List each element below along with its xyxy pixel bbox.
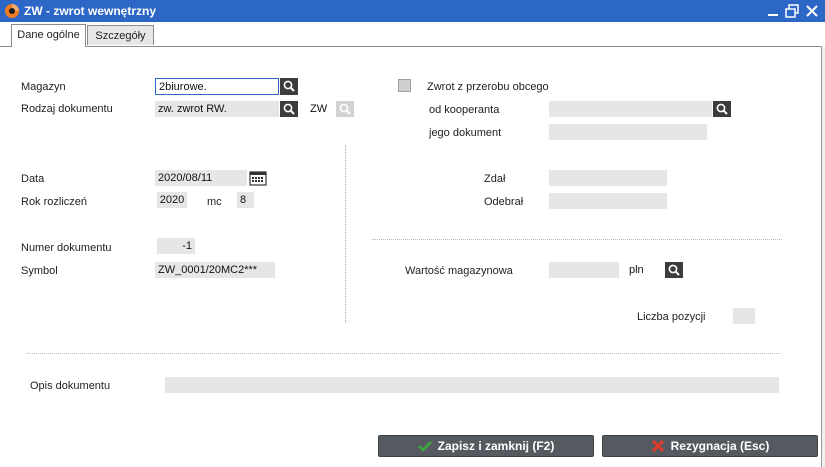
- magazyn-search-button[interactable]: [280, 78, 298, 95]
- rodzaj-input[interactable]: zw. zwrot RW.: [155, 101, 279, 117]
- odebral-input[interactable]: [549, 193, 667, 209]
- search-icon: [339, 103, 351, 115]
- currency-search-button[interactable]: [665, 262, 683, 278]
- numer-input[interactable]: -1: [157, 238, 195, 254]
- rodzaj-code-field: ZW: [307, 101, 335, 117]
- search-icon: [283, 103, 295, 115]
- kooperant-search-button[interactable]: [713, 101, 731, 117]
- rok-label: Rok rozliczeń: [21, 196, 88, 208]
- maximize-icon[interactable]: [784, 3, 800, 19]
- save-button[interactable]: Zapisz i zamknij (F2): [378, 435, 594, 457]
- active-tab-gap: [12, 46, 85, 47]
- symbol-label: Symbol: [21, 265, 58, 277]
- wartosc-label: Wartość magazynowa: [405, 265, 513, 277]
- minimize-icon[interactable]: [765, 3, 781, 19]
- search-icon: [283, 80, 295, 92]
- title-bar: ZW - zwrot wewnętrzny: [0, 0, 825, 22]
- odebral-label: Odebrał: [484, 196, 524, 208]
- data-label: Data: [21, 173, 45, 185]
- calendar-icon[interactable]: [249, 170, 267, 186]
- liczba-pozycji-field: [733, 308, 755, 324]
- tab-szczegoly[interactable]: Szczegóły: [87, 25, 154, 45]
- zdal-label: Zdał: [484, 173, 506, 185]
- magazyn-label: Magazyn: [21, 81, 66, 93]
- window-title: ZW - zwrot wewnętrzny: [24, 4, 156, 18]
- currency-field: pln: [626, 262, 664, 278]
- tab-label: Dane ogólne: [17, 29, 80, 41]
- close-icon[interactable]: [804, 3, 820, 19]
- cancel-button-label: Rezygnacja (Esc): [670, 439, 770, 453]
- rodzaj-label: Rodzaj dokumentu: [21, 103, 113, 115]
- jego-dokument-input[interactable]: [549, 124, 707, 140]
- zwrot-checkbox[interactable]: [398, 79, 411, 92]
- rodzaj-code-search-button[interactable]: [336, 101, 354, 117]
- numer-label: Numer dokumentu: [21, 242, 112, 254]
- mc-input[interactable]: 8: [237, 192, 254, 208]
- opis-label: Opis dokumentu: [30, 380, 111, 392]
- liczba-pozycji-label: Liczba pozycji: [637, 311, 706, 323]
- bottom-separator: [27, 353, 781, 354]
- vertical-separator: [345, 145, 346, 323]
- x-icon: [651, 439, 664, 453]
- opis-input[interactable]: [165, 377, 779, 393]
- kooperant-label: od kooperanta: [429, 104, 500, 116]
- zwrot-label: Zwrot z przerobu obcego: [427, 81, 549, 93]
- zdal-input[interactable]: [549, 170, 667, 186]
- mc-label: mc: [207, 196, 222, 208]
- date-input[interactable]: 2020/08/11: [155, 170, 247, 186]
- right-horizontal-separator: [372, 239, 782, 240]
- save-button-label: Zapisz i zamknij (F2): [437, 439, 555, 453]
- search-icon: [668, 264, 680, 276]
- rok-input[interactable]: 2020: [157, 192, 187, 208]
- search-icon: [716, 103, 728, 115]
- symbol-input[interactable]: ZW_0001/20MC2***: [155, 262, 275, 278]
- cancel-button[interactable]: Rezygnacja (Esc): [602, 435, 818, 457]
- wartosc-input: [549, 262, 619, 278]
- checkmark-icon: [417, 441, 432, 452]
- rodzaj-search-button[interactable]: [280, 101, 298, 117]
- app-icon: [5, 4, 19, 18]
- tab-dane-ogolne[interactable]: Dane ogólne: [11, 24, 86, 46]
- kooperant-input[interactable]: [549, 101, 712, 117]
- tab-underline: [0, 46, 825, 47]
- tab-label: Szczegóły: [95, 30, 146, 42]
- magazyn-input[interactable]: 2biurowe.: [155, 78, 279, 95]
- jego-dokument-label: jego dokument: [429, 127, 502, 139]
